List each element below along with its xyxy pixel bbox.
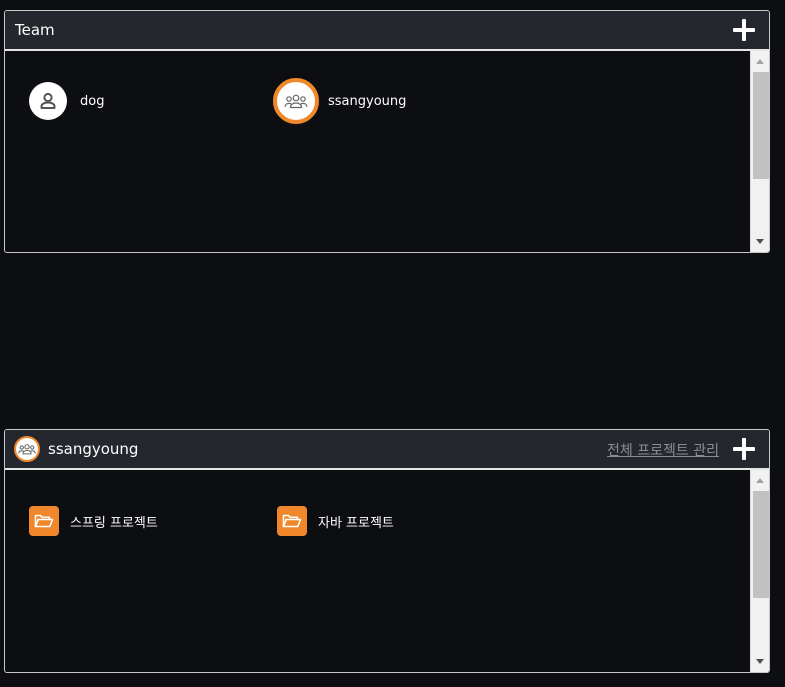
project-panel: ssangyoung 전체 프로젝트 관리 스프링 프로젝트 자바 프로젝트 <box>4 429 770 673</box>
team-panel-header: Team <box>5 11 769 51</box>
user-icon <box>29 82 67 120</box>
team-member-label: dog <box>80 93 105 109</box>
team-list-scrollbar[interactable] <box>750 51 769 252</box>
project-panel-title: ssangyoung <box>48 440 139 458</box>
scroll-down-arrow-icon[interactable] <box>756 659 764 664</box>
scroll-up-arrow-icon[interactable] <box>756 478 764 483</box>
scroll-down-arrow-icon[interactable] <box>756 239 764 244</box>
project-item-spring[interactable]: 스프링 프로젝트 <box>29 506 158 536</box>
team-member-ssangyoung[interactable]: ssangyoung <box>273 78 406 124</box>
folder-open-icon <box>29 506 59 536</box>
group-icon <box>14 436 40 462</box>
project-list-scrollbar[interactable] <box>750 470 769 672</box>
folder-open-icon <box>277 506 307 536</box>
team-member-dog[interactable]: dog <box>29 82 104 120</box>
team-panel-title: Team <box>15 21 55 39</box>
project-item-java[interactable]: 자바 프로젝트 <box>277 506 394 536</box>
project-panel-header: ssangyoung 전체 프로젝트 관리 <box>5 430 769 470</box>
project-list: 스프링 프로젝트 자바 프로젝트 <box>5 470 769 672</box>
group-icon <box>273 78 319 124</box>
manage-projects-link[interactable]: 전체 프로젝트 관리 <box>607 440 719 460</box>
scroll-up-arrow-icon[interactable] <box>756 59 764 64</box>
team-list: dog ssangyoung <box>5 51 769 252</box>
scroll-thumb[interactable] <box>753 491 769 598</box>
project-label: 자바 프로젝트 <box>318 515 394 531</box>
add-project-button[interactable] <box>733 438 755 460</box>
scroll-thumb[interactable] <box>753 72 769 179</box>
add-team-button[interactable] <box>733 19 755 41</box>
team-panel: Team dog ssangyoung <box>4 10 770 253</box>
team-member-label: ssangyoung <box>328 93 407 109</box>
project-label: 스프링 프로젝트 <box>70 515 158 531</box>
